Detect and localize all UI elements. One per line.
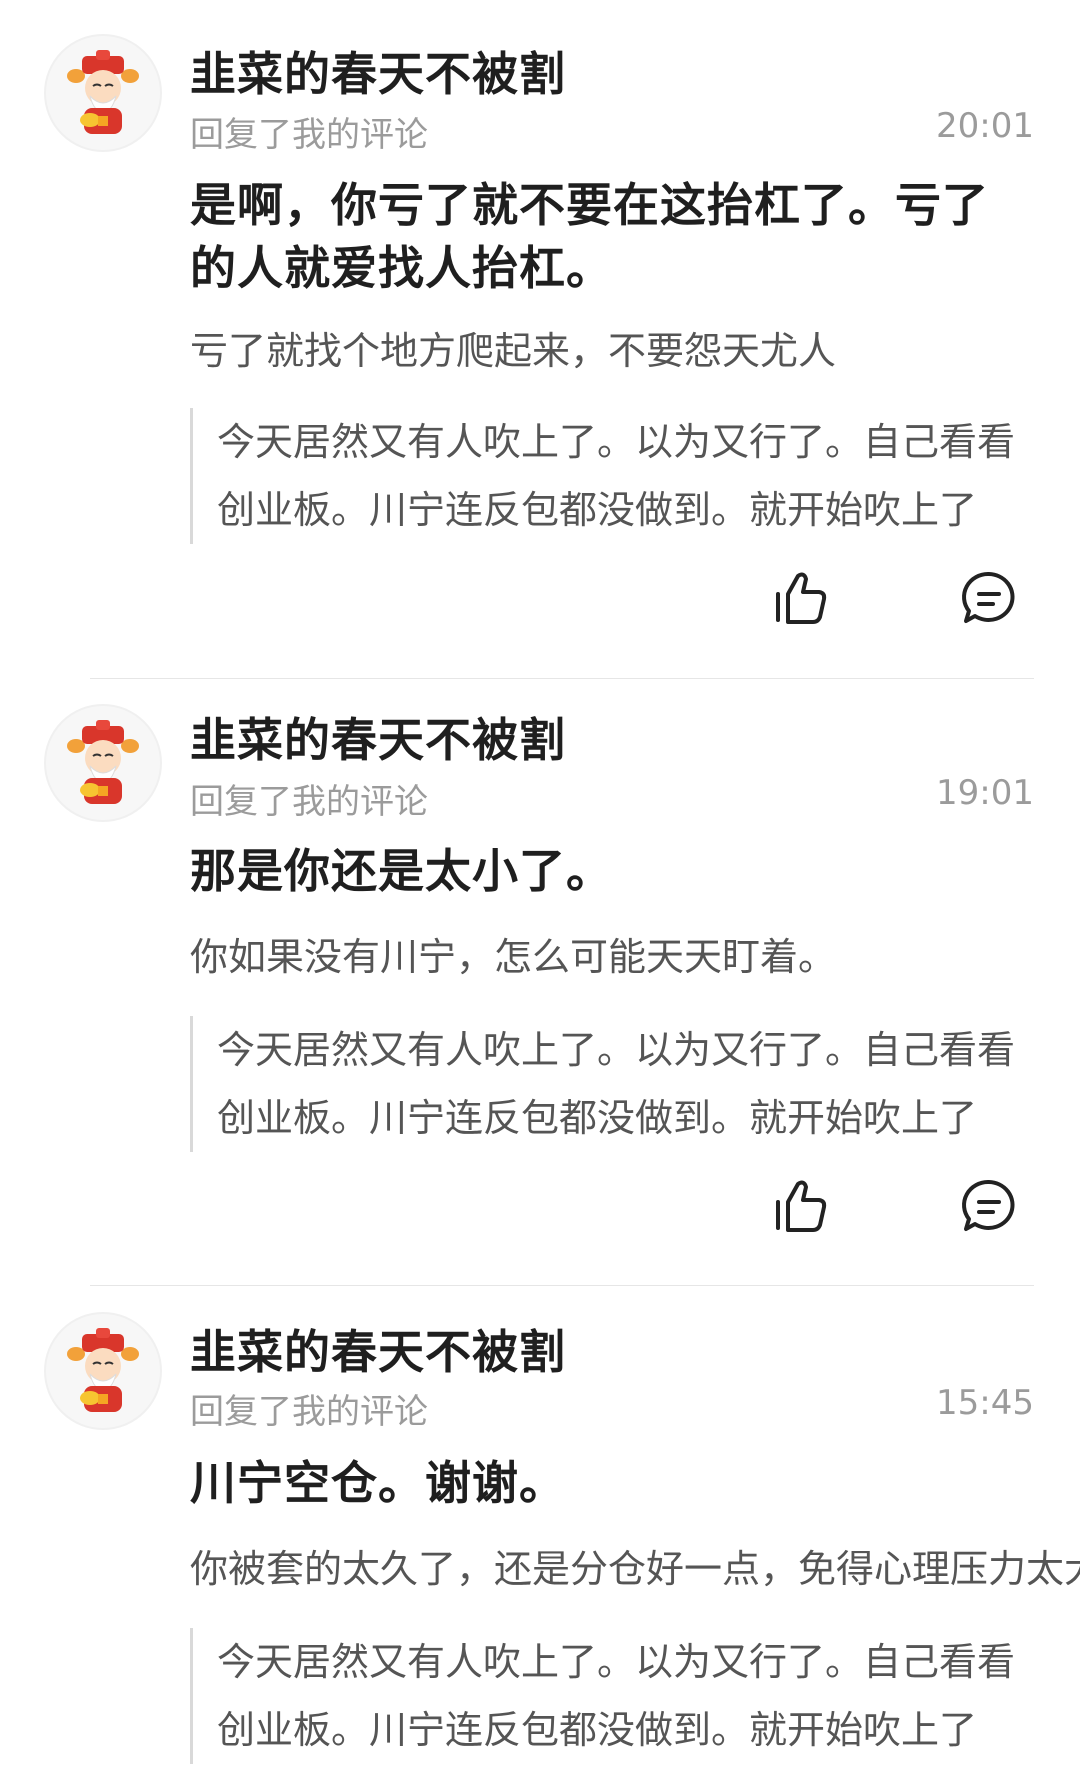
timestamp: 19:01: [936, 773, 1034, 813]
avatar[interactable]: [44, 704, 162, 822]
quoted-comment[interactable]: 今天居然又有人吹上了。以为又行了。自己看看创业板。川宁连反包都没做到。就开始吹上…: [190, 408, 1020, 544]
comment-button[interactable]: [956, 1174, 1022, 1240]
notification-item[interactable]: 韭菜的春天不被割 回复了我的评论 19:01 那是你还是太小了。 你如果没有川宁…: [0, 680, 1080, 1286]
username[interactable]: 韭菜的春天不被割: [190, 704, 566, 770]
reply-text: 是啊，你亏了就不要在这抬杠了。亏了的人就爱找人抬杠。: [190, 178, 989, 295]
reply-text: 那是你还是太小了。: [190, 844, 613, 898]
action-bar: [0, 1174, 1080, 1244]
reply-text: 川宁空仓。谢谢。: [190, 1456, 566, 1510]
thumbs-up-icon: [776, 1180, 827, 1232]
comment-bubble-icon: [962, 571, 1015, 623]
like-button[interactable]: [770, 566, 836, 632]
notification-feed: 韭菜的春天不被割 回复了我的评论 20:01 是啊，你亏了就不要在这抬杠了。亏了…: [0, 0, 1080, 1790]
username[interactable]: 韭菜的春天不被割: [190, 38, 566, 104]
avatar[interactable]: [44, 1312, 162, 1430]
god-of-wealth-avatar-icon: [67, 1328, 139, 1412]
god-of-wealth-avatar-icon: [67, 50, 139, 134]
action-bar: [0, 566, 1080, 636]
comment-bubble-icon: [962, 1179, 1015, 1231]
god-of-wealth-avatar-icon: [67, 720, 139, 804]
quoted-comment[interactable]: 今天居然又有人吹上了。以为又行了。自己看看创业板。川宁连反包都没做到。就开始吹上…: [190, 1628, 1020, 1764]
secondary-text: 你被套的太久了，还是分仓好一点，免得心理压力太大: [190, 1547, 1080, 1591]
avatar[interactable]: [44, 34, 162, 152]
timestamp: 20:01: [936, 106, 1034, 146]
action-label: 回复了我的评论: [190, 115, 428, 155]
divider: [90, 678, 1034, 679]
timestamp: 15:45: [936, 1383, 1034, 1423]
notification-item[interactable]: 韭菜的春天不被割 回复了我的评论 15:45 川宁空仓。谢谢。 你被套的太久了，…: [0, 1286, 1080, 1790]
comment-button[interactable]: [956, 566, 1022, 632]
thumbs-up-icon: [776, 572, 827, 624]
secondary-text: 亏了就找个地方爬起来，不要怨天尤人: [190, 329, 837, 373]
quoted-comment[interactable]: 今天居然又有人吹上了。以为又行了。自己看看创业板。川宁连反包都没做到。就开始吹上…: [190, 1016, 1020, 1152]
secondary-text: 你如果没有川宁，怎么可能天天盯着。: [190, 935, 837, 979]
like-button[interactable]: [770, 1174, 836, 1240]
action-label: 回复了我的评论: [190, 1392, 428, 1432]
username[interactable]: 韭菜的春天不被割: [190, 1316, 566, 1382]
notification-item[interactable]: 韭菜的春天不被割 回复了我的评论 20:01 是啊，你亏了就不要在这抬杠了。亏了…: [0, 0, 1080, 680]
action-label: 回复了我的评论: [190, 782, 428, 822]
